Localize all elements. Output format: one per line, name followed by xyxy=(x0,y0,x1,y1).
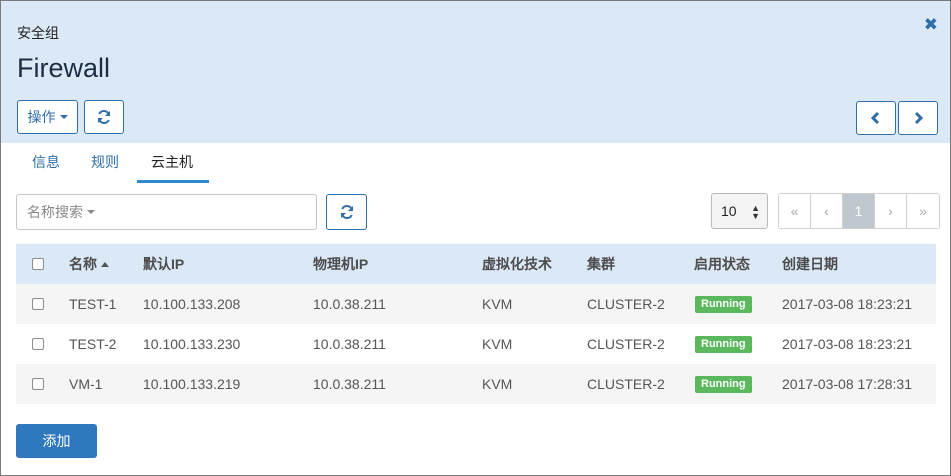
first-page-button[interactable]: « xyxy=(779,194,811,228)
actions-label: 操作 xyxy=(27,109,56,125)
actions-dropdown-button[interactable]: 操作 xyxy=(17,100,78,134)
vm-name-link[interactable]: TEST-2 xyxy=(69,324,116,364)
dialog-subtitle: 安全组 xyxy=(17,25,59,41)
virtualization: KVM xyxy=(482,336,513,352)
host-ip: 10.0.38.211 xyxy=(313,336,386,352)
created-date: 2017-03-08 18:23:21 xyxy=(782,336,912,352)
last-page-button[interactable]: » xyxy=(907,194,939,228)
cluster: CLUSTER-2 xyxy=(587,296,665,312)
cluster: CLUSTER-2 xyxy=(587,336,665,352)
sort-asc-icon xyxy=(101,262,109,267)
column-header-default-ip: 默认IP xyxy=(143,256,185,272)
status-badge: Running xyxy=(695,376,752,393)
refresh-button[interactable] xyxy=(84,100,124,134)
current-page-button[interactable]: 1 xyxy=(843,194,875,228)
created-date: 2017-03-08 17:28:31 xyxy=(782,376,912,392)
status-badge: Running xyxy=(695,336,752,353)
table-row: VM-1 10.100.133.219 10.0.38.211 KVM CLUS… xyxy=(16,364,936,404)
next-page-button[interactable]: › xyxy=(875,194,907,228)
prev-page-button[interactable]: ‹ xyxy=(811,194,843,228)
chevron-left-icon xyxy=(870,111,880,125)
caret-down-icon xyxy=(87,210,95,214)
column-header-virtualization: 虚拟化技术 xyxy=(482,256,552,272)
active-tab-indicator xyxy=(137,180,209,183)
add-button[interactable]: 添加 xyxy=(16,424,97,458)
column-header-status: 启用状态 xyxy=(694,256,750,272)
table-header: 名称 默认IP 物理机IP 虚拟化技术 集群 启用状态 创建日期 xyxy=(16,244,936,284)
host-ip: 10.0.38.211 xyxy=(313,376,386,392)
caret-down-icon xyxy=(59,115,68,119)
column-header-created: 创建日期 xyxy=(782,256,838,272)
updown-arrows-icon: ▲ ▼ xyxy=(751,203,760,221)
default-ip: 10.100.133.219 xyxy=(143,376,241,392)
default-ip: 10.100.133.230 xyxy=(143,336,241,352)
dialog-header: 安全组 Firewall ✖ 操作 xyxy=(1,1,950,143)
table-refresh-button[interactable] xyxy=(326,194,367,230)
column-header-cluster: 集群 xyxy=(587,256,615,272)
column-header-name[interactable]: 名称 xyxy=(69,244,109,284)
cluster: CLUSTER-2 xyxy=(587,376,665,392)
vm-name-link[interactable]: TEST-1 xyxy=(69,284,116,324)
row-checkbox[interactable] xyxy=(32,338,44,350)
column-header-host-ip: 物理机IP xyxy=(313,256,369,272)
status-badge: Running xyxy=(695,296,752,313)
virtualization: KVM xyxy=(482,376,513,392)
tab-rules[interactable]: 规则 xyxy=(91,152,119,184)
table-row: TEST-1 10.100.133.208 10.0.38.211 KVM CL… xyxy=(16,284,936,324)
refresh-icon xyxy=(98,109,110,125)
next-button[interactable] xyxy=(898,101,938,135)
virtualization: KVM xyxy=(482,296,513,312)
tab-info[interactable]: 信息 xyxy=(32,152,60,184)
refresh-icon xyxy=(340,204,353,220)
page-size-value: 10 xyxy=(721,203,737,219)
select-all-checkbox[interactable] xyxy=(32,258,44,270)
default-ip: 10.100.133.208 xyxy=(143,296,241,312)
previous-button[interactable] xyxy=(856,101,896,135)
pagination: « ‹ 1 › » xyxy=(778,193,940,229)
search-input[interactable]: 名称搜索 xyxy=(16,194,317,230)
page-size-select[interactable]: 10 ▲ ▼ xyxy=(711,193,768,229)
chevron-right-icon xyxy=(914,111,924,125)
dialog-title: Firewall xyxy=(17,53,111,83)
table-row: TEST-2 10.100.133.230 10.0.38.211 KVM CL… xyxy=(16,324,936,364)
close-icon[interactable]: ✖ xyxy=(924,15,938,35)
host-ip: 10.0.38.211 xyxy=(313,296,386,312)
row-checkbox[interactable] xyxy=(32,378,44,390)
vm-name-link[interactable]: VM-1 xyxy=(69,364,102,404)
created-date: 2017-03-08 18:23:21 xyxy=(782,296,912,312)
row-checkbox[interactable] xyxy=(32,298,44,310)
search-placeholder: 名称搜索 xyxy=(27,204,83,220)
